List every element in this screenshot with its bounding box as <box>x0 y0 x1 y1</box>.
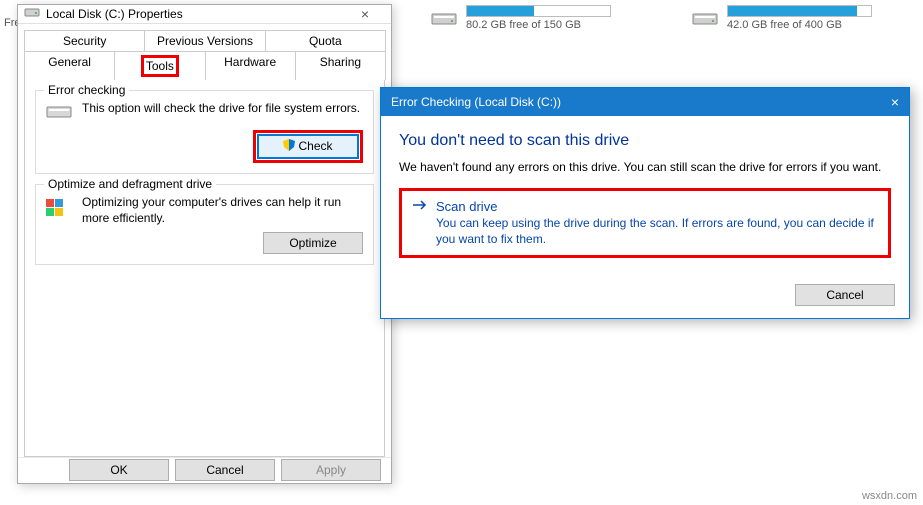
close-icon[interactable]: × <box>891 94 899 110</box>
drive-icon <box>430 8 458 28</box>
dialog-title: Error Checking (Local Disk (C:)) <box>391 95 891 109</box>
drive-icon <box>46 101 72 124</box>
shield-icon <box>283 139 295 154</box>
drive-icon <box>691 8 719 28</box>
error-checking-dialog: Error Checking (Local Disk (C:)) × You d… <box>380 87 910 319</box>
arrow-right-icon <box>412 199 428 214</box>
drive-capacity-bar <box>466 5 611 17</box>
drive-item[interactable]: 80.2 GB free of 150 GB <box>430 5 611 31</box>
tab-general[interactable]: General <box>24 51 115 80</box>
tab-content-tools: Error checking This option will check th… <box>24 79 385 457</box>
drive-free-text: 80.2 GB free of 150 GB <box>466 19 611 31</box>
groupbox-title: Error checking <box>44 83 129 97</box>
groupbox-optimize: Optimize and defragment drive Optimizing… <box>35 184 374 265</box>
tab-previous-versions[interactable]: Previous Versions <box>144 30 265 51</box>
drive-capacity-bar <box>727 5 872 17</box>
highlight-box: Check <box>253 130 363 163</box>
dialog-description: We haven't found any errors on this driv… <box>399 160 891 174</box>
dialog-button-row: OK Cancel Apply <box>18 457 391 483</box>
cancel-button[interactable]: Cancel <box>175 459 275 481</box>
titlebar[interactable]: Local Disk (C:) Properties × <box>18 5 391 24</box>
attribution-text: wsxdn.com <box>862 490 917 502</box>
groupbox-title: Optimize and defragment drive <box>44 177 216 191</box>
ok-button[interactable]: OK <box>69 459 169 481</box>
optimize-button[interactable]: Optimize <box>263 232 363 254</box>
tab-quota[interactable]: Quota <box>265 30 386 51</box>
tab-tools[interactable]: Tools <box>114 51 205 80</box>
scan-drive-subtext: You can keep using the drive during the … <box>436 216 878 247</box>
close-icon[interactable]: × <box>345 6 385 22</box>
scan-drive-label: Scan drive <box>436 199 497 214</box>
properties-window: Local Disk (C:) Properties × Security Pr… <box>17 4 392 484</box>
groupbox-error-checking: Error checking This option will check th… <box>35 90 374 174</box>
optimize-description: Optimizing your computer's drives can he… <box>82 195 363 226</box>
apply-button[interactable]: Apply <box>281 459 381 481</box>
highlight-box: Tools <box>141 55 179 77</box>
tab-sharing[interactable]: Sharing <box>295 51 386 80</box>
drive-icon <box>24 5 40 22</box>
drive-free-text: 42.0 GB free of 400 GB <box>727 19 872 31</box>
tab-hardware[interactable]: Hardware <box>205 51 296 80</box>
dialog-heading: You don't need to scan this drive <box>399 132 891 150</box>
check-button[interactable]: Check <box>258 135 358 158</box>
error-checking-description: This option will check the drive for fil… <box>82 101 360 117</box>
cancel-button[interactable]: Cancel <box>795 284 895 306</box>
defrag-icon <box>46 195 72 222</box>
window-title: Local Disk (C:) Properties <box>46 7 345 21</box>
highlight-box: Scan drive You can keep using the drive … <box>399 188 891 258</box>
titlebar[interactable]: Error Checking (Local Disk (C:)) × <box>381 88 909 116</box>
scan-drive-link[interactable]: Scan drive <box>412 199 878 214</box>
drive-item[interactable]: 42.0 GB free of 400 GB <box>691 5 872 31</box>
tab-security[interactable]: Security <box>24 30 145 51</box>
